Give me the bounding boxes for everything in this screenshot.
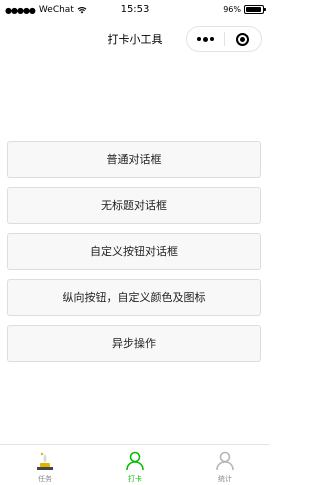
close-button[interactable] [225, 27, 261, 51]
async-operation-button[interactable]: 异步操作 [7, 325, 261, 362]
person-icon [126, 451, 144, 471]
battery-fill [246, 7, 262, 12]
nav-bar: 打卡小工具 [0, 22, 270, 56]
vertical-buttons-dialog-button[interactable]: 纵向按钮，自定义颜色及图标 [7, 279, 261, 316]
tab-stats-label: 统计 [218, 475, 232, 483]
no-title-dialog-button[interactable]: 无标题对话框 [7, 187, 261, 224]
battery-percent: 96% [223, 5, 241, 14]
menu-capsule [186, 26, 262, 52]
battery-tip [264, 8, 266, 11]
status-right: 96% [223, 5, 266, 14]
more-icon [197, 37, 201, 41]
task-icon [37, 452, 53, 470]
tab-checkin-label: 打卡 [128, 475, 142, 483]
tab-bar: 任务 打卡 统计 [0, 444, 270, 485]
battery-icon [244, 5, 266, 14]
tab-task[interactable]: 任务 [0, 445, 90, 485]
tab-task-label: 任务 [38, 475, 52, 483]
person-icon [216, 451, 234, 471]
tab-stats[interactable]: 统计 [180, 445, 270, 485]
tab-checkin[interactable]: 打卡 [90, 445, 180, 485]
close-icon [236, 32, 250, 46]
normal-dialog-button[interactable]: 普通对话框 [7, 141, 261, 178]
custom-buttons-dialog-button[interactable]: 自定义按钮对话框 [7, 233, 261, 270]
more-button[interactable] [187, 27, 224, 51]
status-bar: ●●●●● WeChat 15:53 96% [0, 0, 270, 22]
